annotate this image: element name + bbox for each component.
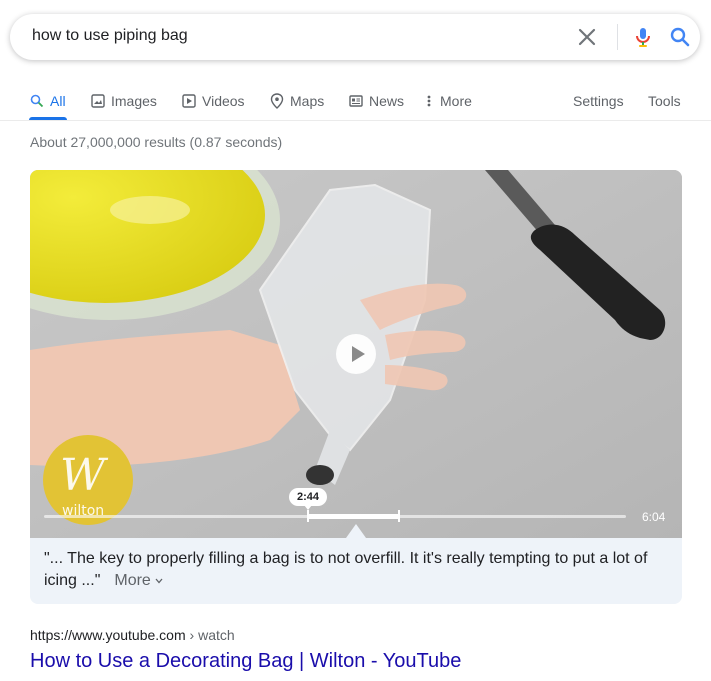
result-title-link[interactable]: How to Use a Decorating Bag | Wilton - Y…	[30, 650, 461, 673]
image-icon	[91, 94, 105, 108]
tab-news[interactable]: News	[349, 90, 404, 112]
play-icon	[182, 94, 196, 108]
tab-label: Videos	[202, 93, 245, 109]
tab-label: More	[440, 93, 472, 109]
search-input[interactable]: how to use piping bag	[32, 27, 188, 45]
search-icon	[30, 94, 44, 108]
tab-label: All	[50, 93, 66, 109]
snippet-pointer	[346, 524, 366, 538]
current-time-label: 2:44	[289, 488, 327, 510]
clear-icon[interactable]	[576, 26, 598, 48]
play-button[interactable]	[336, 334, 376, 374]
video-snippet: "... The key to properly filling a bag i…	[30, 538, 682, 604]
tools-link[interactable]: Tools	[648, 90, 681, 112]
cite-domain: https://www.youtube.com	[30, 627, 186, 643]
tab-more[interactable]: More	[426, 90, 472, 112]
search-icon[interactable]	[668, 25, 692, 49]
result-stats: About 27,000,000 results (0.87 seconds)	[30, 134, 283, 150]
video-player[interactable]: W wilton 2:44 6:04	[30, 170, 682, 538]
svg-text:W: W	[60, 450, 109, 501]
map-pin-icon	[270, 93, 284, 109]
tab-images[interactable]: Images	[91, 90, 157, 112]
tab-all[interactable]: All	[30, 90, 66, 112]
newspaper-icon	[349, 95, 363, 107]
search-bar[interactable]: how to use piping bag	[10, 14, 700, 60]
cite-path: › watch	[185, 627, 235, 643]
video-duration: 6:04	[642, 510, 666, 524]
more-label: More	[114, 572, 151, 589]
tab-maps[interactable]: Maps	[270, 90, 324, 112]
tab-label: News	[369, 93, 405, 109]
snippet-body: "... The key to properly filling a bag i…	[44, 548, 674, 592]
more-button[interactable]: More	[114, 572, 163, 589]
tab-label: Maps	[290, 93, 325, 109]
more-vert-icon	[427, 95, 431, 107]
tab-label: Images	[111, 93, 157, 109]
search-divider	[617, 24, 618, 50]
timeline-highlight	[308, 514, 400, 519]
microphone-icon[interactable]	[631, 25, 655, 49]
timeline-start-marker	[307, 510, 309, 522]
chevron-down-icon	[155, 578, 163, 584]
tab-videos[interactable]: Videos	[182, 90, 245, 112]
settings-link[interactable]: Settings	[573, 90, 624, 112]
timeline-end-marker	[398, 510, 400, 522]
tabs-divider	[0, 120, 711, 121]
result-url: https://www.youtube.com › watch	[30, 627, 235, 643]
search-tabs: All Images Videos Maps News More Setting…	[0, 82, 711, 120]
